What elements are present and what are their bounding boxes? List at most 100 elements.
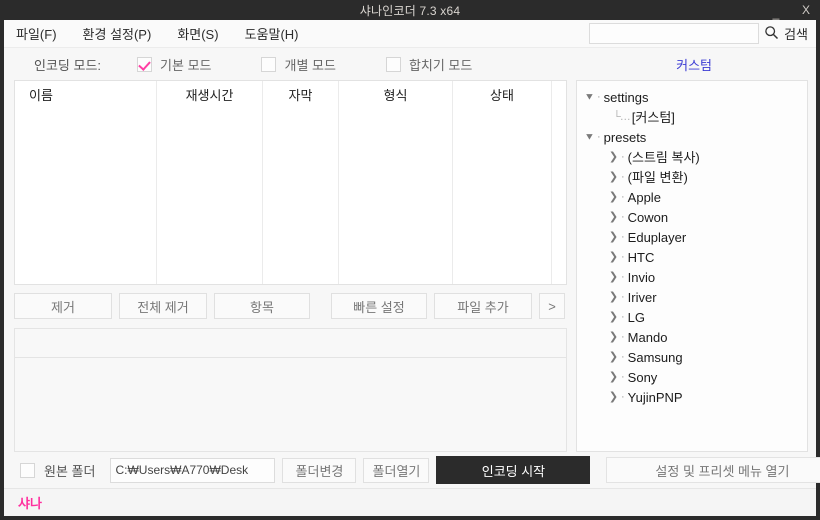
menu-item-list: 파일(F) 환경 설정(P) 화면(S) 도움말(H) xyxy=(4,24,299,43)
tree-dot: · xyxy=(621,371,625,383)
chevron-right-icon[interactable]: ❯ xyxy=(607,231,620,243)
column-header-extra[interactable] xyxy=(552,81,566,108)
file-table-col-extra xyxy=(552,108,566,284)
chevron-right-icon[interactable]: ❯ xyxy=(607,291,620,303)
chevron-right-icon[interactable]: ❯ xyxy=(607,171,620,183)
add-file-button[interactable]: 파일 추가 xyxy=(434,293,532,319)
chevron-right-icon[interactable]: ❯ xyxy=(607,391,620,403)
menu-item-screen[interactable]: 화면(S) xyxy=(177,24,218,43)
tree-dot: · xyxy=(621,191,625,203)
column-header-status[interactable]: 상태 xyxy=(453,81,552,108)
open-folder-button[interactable]: 폴더열기 xyxy=(363,457,430,483)
chevron-right-icon[interactable]: ❯ xyxy=(607,251,620,263)
tree-node-custom[interactable]: └… [커스텀] xyxy=(583,107,803,127)
chevron-right-icon[interactable]: ❯ xyxy=(607,351,620,363)
status-bar: 샤나 xyxy=(4,488,816,516)
menu-item-preferences[interactable]: 환경 설정(P) xyxy=(83,24,152,43)
checkbox-basic-mode-box[interactable] xyxy=(137,56,153,72)
search-input[interactable] xyxy=(589,23,760,44)
status-text: 샤나 xyxy=(18,496,42,511)
tree-dot: · xyxy=(621,351,625,363)
tree-node-invio[interactable]: ❯ · Invio xyxy=(583,267,803,287)
tree-node-apple[interactable]: ❯ · Apple xyxy=(583,187,803,207)
tree-node-sony[interactable]: ❯ · Sony xyxy=(583,367,803,387)
tree-node-presets[interactable]: ▼ · presets xyxy=(583,127,803,147)
tree-dot: · xyxy=(621,171,625,183)
info-panel-bottom xyxy=(14,358,567,452)
tree-node-eduplayer[interactable]: ❯ · Eduplayer xyxy=(583,227,803,247)
menu-item-help[interactable]: 도움말(H) xyxy=(245,24,299,43)
tree-node-file-convert[interactable]: ❯ · (파일 변환) xyxy=(583,167,803,187)
change-folder-button[interactable]: 폴더변경 xyxy=(282,457,357,483)
chevron-right-icon[interactable]: ❯ xyxy=(607,211,620,223)
close-icon[interactable]: X xyxy=(798,0,814,20)
tree-node-stream-copy[interactable]: ❯ · (스트림 복사) xyxy=(583,147,803,167)
tree-node-label: presets xyxy=(603,129,647,145)
info-panel-top xyxy=(14,328,567,358)
remove-all-button[interactable]: 전체 제거 xyxy=(119,293,207,319)
chevron-right-icon[interactable]: ❯ xyxy=(607,271,620,283)
search-icon xyxy=(764,25,779,43)
column-header-duration[interactable]: 재생시간 xyxy=(157,81,263,108)
checkbox-merge-mode-box[interactable] xyxy=(385,56,401,72)
output-path-input[interactable] xyxy=(110,457,276,483)
tree-node-label: Mando xyxy=(627,329,668,345)
tree-node-label: YujinPNP xyxy=(627,389,683,405)
app-window: 샤나인코더 7.3 x64 _ X 파일(F) 환경 설정(P) 화면(S) 도… xyxy=(0,0,820,520)
tree-node-label: Invio xyxy=(627,269,656,285)
tree-dot: · xyxy=(597,131,601,143)
checkbox-source-folder-box[interactable] xyxy=(20,462,35,478)
tree-node-lg[interactable]: ❯ · LG xyxy=(583,307,803,327)
file-table-header: 이름 재생시간 자막 형식 상태 xyxy=(15,81,566,108)
checkbox-source-folder[interactable]: 원본 폴더 xyxy=(20,461,95,480)
tree-node-iriver[interactable]: ❯ · Iriver xyxy=(583,287,803,307)
item-button[interactable]: 항목 xyxy=(214,293,310,319)
tree-node-samsung[interactable]: ❯ · Samsung xyxy=(583,347,803,367)
remove-button[interactable]: 제거 xyxy=(14,293,112,319)
checkbox-individual-mode[interactable]: 개별 모드 xyxy=(261,55,336,74)
tree-node-yujinpnp[interactable]: ❯ · YujinPNP xyxy=(583,387,803,407)
preset-tree[interactable]: ▼ · settings └… [커스텀] ▼ · presets ❯ · (스… xyxy=(576,80,808,452)
column-header-subtitle[interactable]: 자막 xyxy=(263,81,339,108)
tree-node-htc[interactable]: ❯ · HTC xyxy=(583,247,803,267)
checkbox-source-folder-label: 원본 폴더 xyxy=(44,463,96,479)
tree-node-mando[interactable]: ❯ · Mando xyxy=(583,327,803,347)
checkbox-basic-mode[interactable]: 기본 모드 xyxy=(137,55,211,74)
tree-dot: · xyxy=(621,251,625,263)
tree-node-settings[interactable]: ▼ · settings xyxy=(583,87,803,107)
quick-settings-button[interactable]: 빠른 설정 xyxy=(331,293,427,319)
tree-dot: · xyxy=(621,211,625,223)
custom-preset-link[interactable]: 커스텀 xyxy=(676,55,712,74)
tree-node-label: Apple xyxy=(627,189,661,205)
chevron-right-icon[interactable]: ❯ xyxy=(607,311,620,323)
encoding-mode-label: 인코딩 모드: xyxy=(34,57,102,73)
chevron-right-icon[interactable]: ❯ xyxy=(607,151,620,163)
chevron-right-icon[interactable]: ❯ xyxy=(607,331,620,343)
tree-node-label: (파일 변환) xyxy=(627,169,688,185)
search-label[interactable]: 검색 xyxy=(784,24,808,43)
tree-dot: · xyxy=(621,311,625,323)
open-preset-menu-button[interactable]: 설정 및 프리셋 메뉴 열기 xyxy=(606,457,820,483)
tree-node-label: [커스텀] xyxy=(631,109,675,125)
column-header-format[interactable]: 형식 xyxy=(339,81,453,108)
encoding-mode-row: 인코딩 모드: 기본 모드 개별 모드 합치기 모드 커스텀 xyxy=(4,48,816,80)
tree-node-label: settings xyxy=(603,89,649,105)
right-column: ▼ · settings └… [커스텀] ▼ · presets ❯ · (스… xyxy=(576,80,808,452)
tree-node-label: Cowon xyxy=(627,209,669,225)
chevron-right-icon[interactable]: ❯ xyxy=(607,191,620,203)
tree-node-label: Iriver xyxy=(627,289,657,305)
chevron-down-icon[interactable]: ▼ xyxy=(583,92,596,101)
tree-dot: · xyxy=(621,391,625,403)
checkbox-merge-mode[interactable]: 합치기 모드 xyxy=(385,55,472,74)
file-table-body[interactable] xyxy=(15,108,566,284)
checkbox-individual-mode-box[interactable] xyxy=(261,56,277,72)
tree-node-label: Sony xyxy=(627,369,658,385)
more-button[interactable]: > xyxy=(539,293,565,319)
menu-item-file[interactable]: 파일(F) xyxy=(16,24,57,43)
column-header-name[interactable]: 이름 xyxy=(15,81,157,108)
start-encoding-button[interactable]: 인코딩 시작 xyxy=(436,456,591,484)
chevron-down-icon[interactable]: ▼ xyxy=(583,132,596,141)
tree-node-cowon[interactable]: ❯ · Cowon xyxy=(583,207,803,227)
tree-dot: · xyxy=(621,331,625,343)
chevron-right-icon[interactable]: ❯ xyxy=(607,371,620,383)
